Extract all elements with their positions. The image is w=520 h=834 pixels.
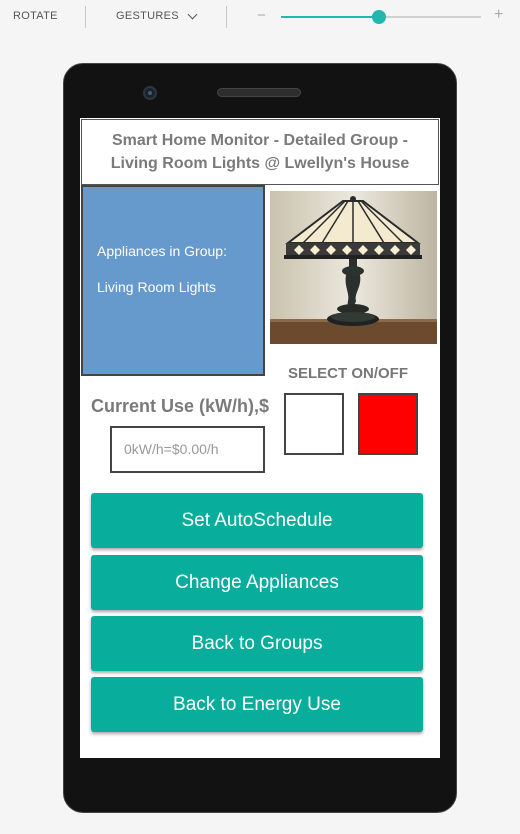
zoom-in-button[interactable]: + [494,6,503,24]
toolbar-divider [226,6,227,28]
gestures-label: GESTURES [116,10,179,22]
toolbar-divider [85,6,86,28]
zoom-slider[interactable] [281,10,481,24]
gestures-dropdown[interactable]: GESTURES [116,9,198,22]
select-on-off-label: SELECT ON/OFF [288,365,408,382]
app-screen: Smart Home Monitor - Detailed Group - Li… [80,118,440,758]
rotate-button[interactable]: ROTATE [13,10,58,22]
switch-off-button[interactable] [284,393,344,455]
page-title: Smart Home Monitor - Detailed Group - Li… [81,119,439,185]
camera-icon [143,86,157,100]
back-to-energy-use-button[interactable]: Back to Energy Use [91,677,423,732]
group-heading: Appliances in Group: [97,243,227,259]
lamp-image [270,191,437,344]
group-name: Living Room Lights [97,279,217,295]
current-use-field[interactable]: 0kW/h=$0.00/h [110,426,265,473]
set-autoschedule-button[interactable]: Set AutoSchedule [91,493,423,548]
emulator-toolbar: ROTATE GESTURES − + [0,0,520,34]
chevron-down-icon [187,9,198,19]
zoom-slider-thumb[interactable] [372,10,386,24]
current-use-label: Current Use (kW/h),$ [91,396,270,416]
switch-on-button[interactable] [358,393,418,455]
back-to-groups-button[interactable]: Back to Groups [91,616,423,671]
group-info-panel: Appliances in Group: Living Room Lights [81,185,265,376]
change-appliances-button[interactable]: Change Appliances [91,555,423,610]
speaker-grille [217,88,301,97]
zoom-out-button[interactable]: − [257,7,266,24]
zoom-slider-fill [281,16,379,18]
